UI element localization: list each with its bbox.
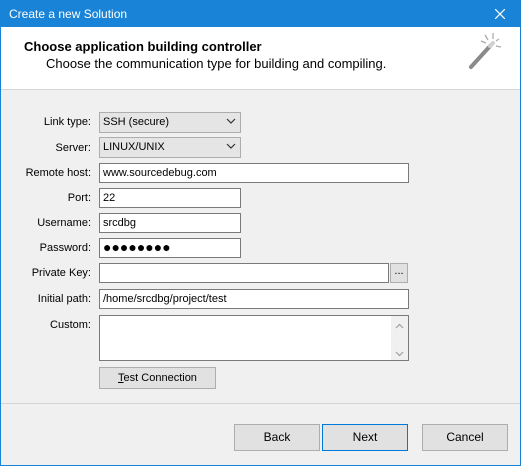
link-type-value: SSH (secure) <box>103 116 170 128</box>
username-label: Username: <box>37 217 91 229</box>
magic-wand-icon <box>463 31 503 71</box>
username-input[interactable]: srcdbg <box>99 213 241 233</box>
footer-divider <box>1 403 520 404</box>
chevron-down-icon <box>226 141 236 151</box>
link-type-label: Link type: <box>43 116 91 128</box>
port-input[interactable]: 22 <box>99 188 241 208</box>
browse-key-button[interactable]: ... <box>390 263 408 283</box>
password-input[interactable]: ●●●●●●●● <box>99 238 241 258</box>
password-label: Password: <box>39 242 91 254</box>
custom-label: Custom: <box>50 319 91 331</box>
initial-path-label: Initial path: <box>37 293 91 305</box>
next-button[interactable]: Next <box>322 424 408 451</box>
window-title: Create a new Solution <box>9 7 128 21</box>
test-connection-label-post: est Connection <box>123 372 197 384</box>
wizard-header: Choose application building controller C… <box>1 27 520 90</box>
test-connection-button[interactable]: Test Connection <box>99 367 216 389</box>
initial-path-input[interactable]: /home/srcdbg/project/test <box>99 289 409 309</box>
server-label: Server: <box>55 142 91 154</box>
server-value: LINUX/UNIX <box>103 141 165 153</box>
scroll-up-icon[interactable] <box>395 320 404 329</box>
private-key-input[interactable] <box>99 263 389 283</box>
remote-host-input[interactable]: www.sourcedebug.com <box>99 163 409 183</box>
server-select[interactable]: LINUX/UNIX <box>99 137 241 158</box>
custom-scrollbar[interactable] <box>391 316 408 360</box>
scroll-down-icon[interactable] <box>395 347 404 357</box>
custom-textarea[interactable] <box>99 315 409 361</box>
page-title: Choose application building controller <box>24 39 262 54</box>
private-key-label: Private Key: <box>31 267 91 279</box>
chevron-down-icon <box>226 116 236 126</box>
close-icon[interactable] <box>480 1 520 27</box>
title-bar: Create a new Solution <box>1 1 520 27</box>
cancel-button[interactable]: Cancel <box>422 424 508 451</box>
dialog-window: Create a new Solution Choose application… <box>0 0 521 466</box>
back-button[interactable]: Back <box>234 424 320 451</box>
link-type-select[interactable]: SSH (secure) <box>99 112 241 133</box>
page-subtitle: Choose the communication type for buildi… <box>46 56 387 71</box>
port-label: Port: <box>67 192 91 204</box>
remote-host-label: Remote host: <box>25 167 91 179</box>
